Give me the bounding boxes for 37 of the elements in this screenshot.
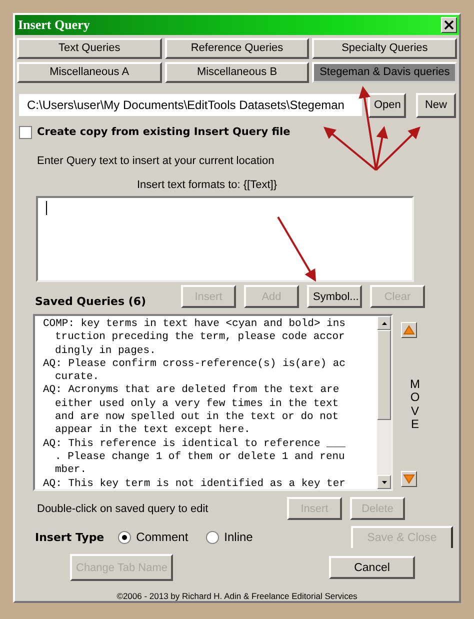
radio-button[interactable]: Comment [118,530,188,544]
radio-button[interactable]: Inline [206,530,253,544]
saved-query-item[interactable]: AQ: Acronyms that are deleted from the text are either used only a very few times in the text and are now spelled out in the text or do not appear in the text except here. [43,384,377,438]
saved-queries-list[interactable] [33,314,393,491]
new-button[interactable]: New [416,92,456,118]
insert-type-label: Insert Type [35,530,104,544]
move-up-button[interactable] [401,322,417,338]
tab[interactable]: Miscellaneous B [164,62,310,83]
query-text-field[interactable] [36,196,414,282]
checkbox[interactable] [19,126,32,139]
cancel-button[interactable]: Cancel [329,556,415,579]
path-field[interactable]: C:\Users\user\My Documents\EditTools Datasets\Stegeman [19,94,362,116]
tab[interactable]: Specialty Queries [312,38,458,59]
symbol-button[interactable]: Symbol... [307,285,362,308]
saved-queries-label: Saved Queries (6) [35,295,148,308]
hint-text: Double-click on saved query to edit [37,502,210,514]
format-note: Insert text formats to: {[Text]} [136,178,278,191]
scroll-up-icon[interactable] [382,322,386,324]
instruction-text: Enter Query text to insert at your current location [37,154,276,167]
tab[interactable]: Miscellaneous A [17,62,162,83]
saved-query-item[interactable]: AQ: Please confirm cross-reference(s) is(are) ac curate. [43,358,377,384]
copyright-text: ©2006 - 2013 by Richard H. Adin & Freelance Editorial Services [116,591,358,601]
move-label: MOVE [409,378,421,431]
saved-query-item[interactable]: COMP: key terms in text have <cyan and bold> ins truction preceding the term, please code accor dingly in pages. [43,318,377,358]
checkbox-label: Create copy from existing Insert Query file [37,126,290,138]
tab[interactable]: Text Queries [17,38,162,59]
scrollbar[interactable] [377,316,391,489]
tab[interactable]: Reference Queries [164,38,310,59]
move-down-button[interactable] [401,471,417,487]
window-title: Insert Query [18,16,90,33]
close-button[interactable] [441,16,457,33]
tab[interactable]: Stegeman & Davis queries [312,62,458,83]
saved-query-item[interactable]: AQ: This reference is identical to reference ___ . Please change 1 of them or delete 1 and renu mber. [43,438,377,478]
annotation-arrow [277,216,316,282]
open-button[interactable]: Open [368,92,406,118]
scroll-down-icon[interactable] [382,480,386,484]
saved-query-item[interactable]: AQ: This key term is not identified as a key ter [43,478,377,489]
